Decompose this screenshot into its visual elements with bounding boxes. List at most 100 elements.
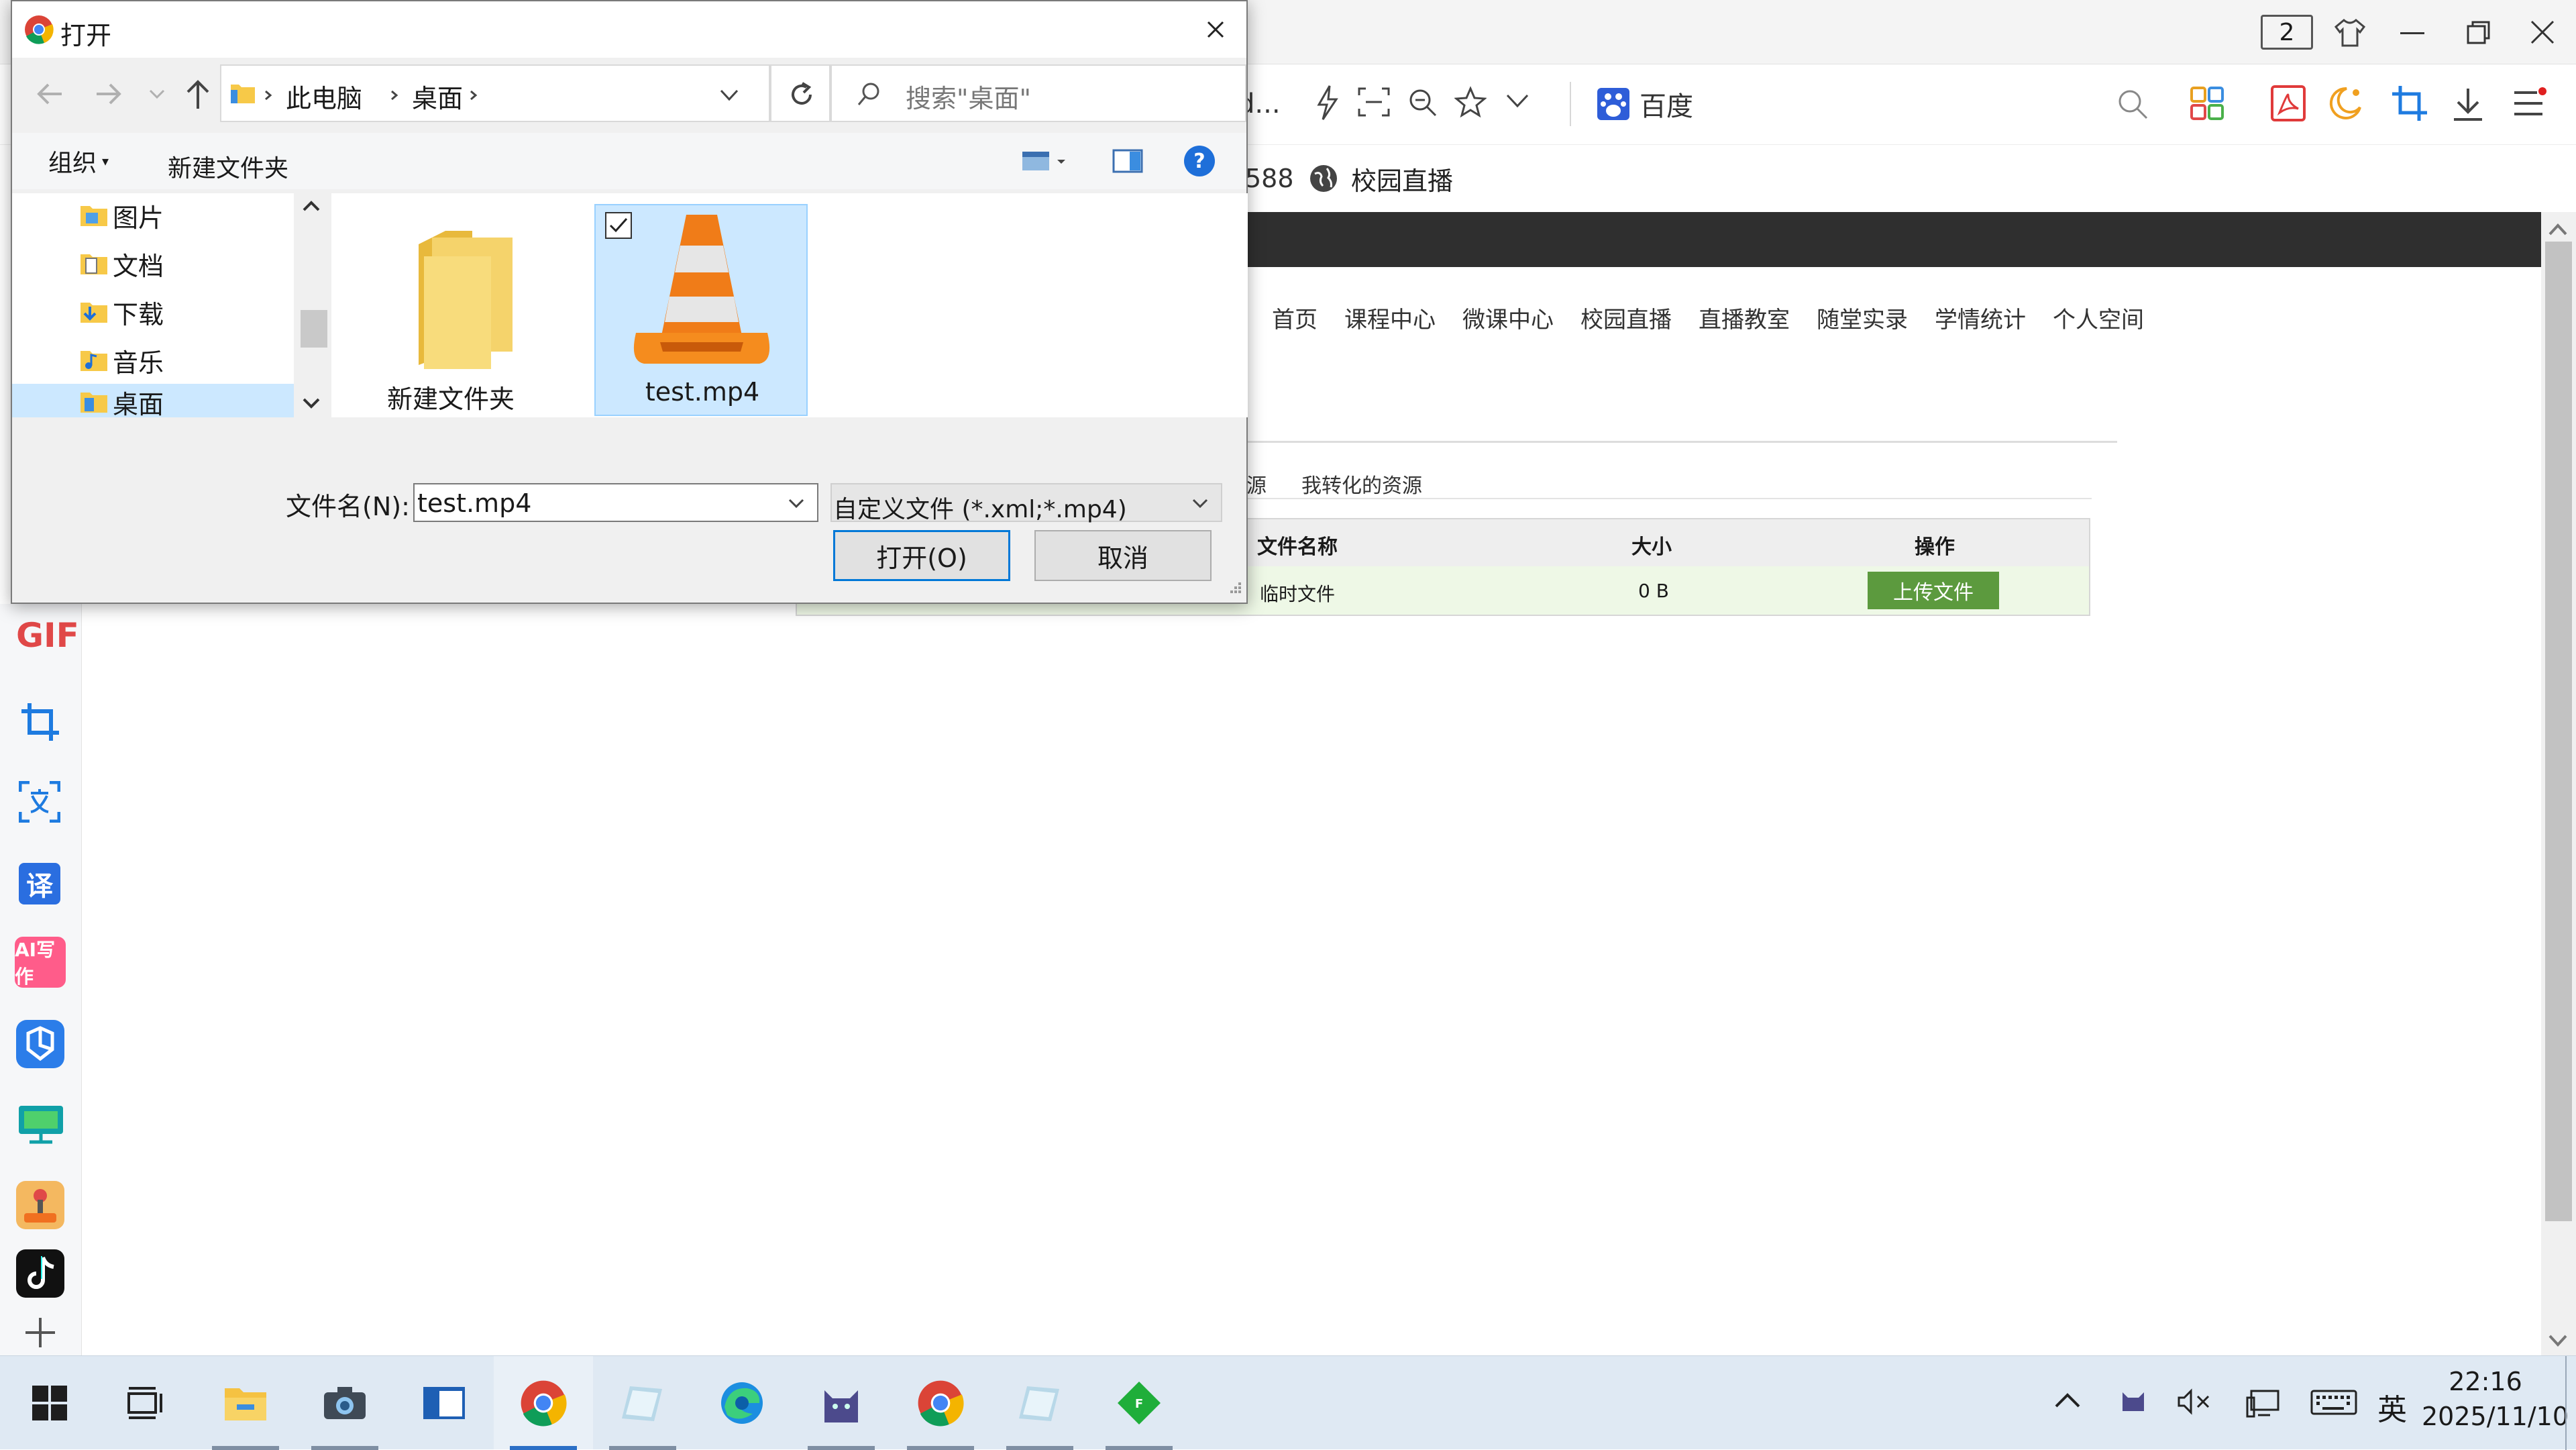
subtab-truncated[interactable]: 源 [1246, 469, 1267, 499]
back-arrow-icon[interactable] [36, 82, 63, 106]
crop-icon[interactable] [2391, 85, 2428, 122]
breadcrumb-this-pc[interactable]: 此电脑 [286, 78, 362, 115]
search-engine-button[interactable]: 百度 [1597, 83, 1693, 125]
moon-icon[interactable] [2326, 85, 2364, 122]
taskbar-edge[interactable] [692, 1356, 792, 1450]
tray-overflow-icon[interactable] [2054, 1392, 2081, 1408]
tree-item-music[interactable]: 音乐 [79, 338, 164, 382]
task-view-button[interactable] [95, 1356, 195, 1450]
search-box[interactable]: 搜索"桌面" [830, 64, 1246, 122]
scroll-up-icon[interactable] [2548, 223, 2568, 236]
address-dropdown-icon[interactable] [719, 89, 739, 102]
upload-file-button[interactable]: 上传文件 [1868, 572, 1999, 609]
gif-tool[interactable]: GIF [16, 616, 79, 655]
nav-stats[interactable]: 学情统计 [1935, 301, 2026, 334]
filename-input[interactable]: test.mp4 [413, 483, 818, 522]
forward-arrow-icon[interactable] [95, 82, 122, 106]
filename-dropdown-icon[interactable] [788, 498, 805, 510]
search-icon[interactable] [2116, 87, 2149, 121]
nav-class-records[interactable]: 随堂实录 [1817, 301, 1908, 334]
pdf-icon[interactable] [2270, 85, 2306, 122]
subtab-converted[interactable]: 我转化的资源 [1301, 469, 1422, 499]
tree-item-desktop[interactable]: 桌面 [79, 386, 164, 417]
taskbar-green-app[interactable]: F [1089, 1356, 1189, 1450]
ai-writing-tool[interactable]: AI写作 [15, 937, 66, 988]
taskbar-notes-app-2[interactable] [990, 1356, 1089, 1450]
tree-item-documents[interactable]: 文档 [79, 242, 164, 286]
screenshot-icon[interactable] [1358, 87, 1390, 117]
open-button[interactable]: 打开(O) [833, 530, 1010, 581]
ime-indicator[interactable]: 英 [2377, 1386, 2407, 1429]
filetype-dropdown-icon[interactable] [1191, 498, 1209, 510]
taskbar-camera[interactable] [295, 1356, 394, 1450]
clock[interactable]: 22:16 2025/11/10 [2422, 1367, 2569, 1431]
nav-home[interactable]: 首页 [1272, 301, 1318, 334]
help-icon[interactable]: ? [1182, 144, 1217, 178]
apps-grid-icon[interactable] [2190, 86, 2224, 121]
breadcrumb-desktop[interactable]: 桌面 [412, 78, 463, 115]
cancel-button[interactable]: 取消 [1034, 530, 1212, 581]
lightning-icon[interactable] [1315, 85, 1339, 121]
taskbar-file-explorer[interactable] [196, 1356, 295, 1450]
preview-pane-icon[interactable] [1112, 149, 1143, 173]
add-tool-icon[interactable] [23, 1315, 58, 1350]
taskbar-cat-app[interactable] [792, 1356, 891, 1450]
view-mode-icon[interactable] [1021, 148, 1068, 174]
refresh-button[interactable] [770, 64, 830, 122]
restore-icon[interactable] [2466, 20, 2491, 46]
game-tool-icon[interactable] [15, 1180, 66, 1231]
download-icon[interactable] [2451, 86, 2485, 122]
ocr-tool-icon[interactable] [19, 781, 60, 823]
menu-icon[interactable] [2512, 87, 2546, 119]
nav-live-classroom[interactable]: 直播教室 [1699, 301, 1790, 334]
app-tool-icon[interactable] [15, 1019, 66, 1070]
keyboard-icon[interactable] [2310, 1390, 2357, 1415]
network-icon[interactable] [2246, 1388, 2281, 1418]
zoom-out-icon[interactable] [1407, 87, 1438, 118]
tree-item-downloads[interactable]: 下载 [79, 290, 164, 334]
close-icon[interactable] [2529, 19, 2556, 46]
tiktok-tool-icon[interactable] [15, 1248, 66, 1299]
nav-campus-live[interactable]: 校园直播 [1580, 301, 1672, 334]
filetype-select[interactable]: 自定义文件 (*.xml;*.mp4) [830, 483, 1222, 523]
taskbar-app-window[interactable] [394, 1356, 494, 1450]
translate-tool[interactable]: 译 [19, 863, 60, 904]
toolbar-divider [1570, 82, 1571, 126]
taskbar-chrome[interactable] [891, 1356, 990, 1450]
tree-scroll-down-icon[interactable] [302, 397, 321, 409]
running-indicator [609, 1446, 676, 1450]
filename-value: test.mp4 [417, 488, 532, 518]
recent-dropdown-icon[interactable] [149, 89, 165, 99]
dialog-close-icon[interactable] [1206, 20, 1225, 39]
nav-personal[interactable]: 个人空间 [2053, 301, 2144, 334]
tree-scrollbar[interactable] [294, 193, 329, 417]
address-bar[interactable]: 此电脑 桌面 [220, 64, 770, 122]
tray-cat-icon[interactable] [2120, 1388, 2147, 1412]
tree-scroll-up-icon[interactable] [302, 200, 321, 212]
show-desktop-button[interactable] [2565, 1356, 2567, 1450]
file-item-new-folder[interactable]: 新建文件夹 [387, 203, 613, 417]
crop-tool-icon[interactable] [20, 702, 60, 742]
screen-tool-icon[interactable] [17, 1103, 64, 1145]
file-item-test-mp4[interactable]: test.mp4 [594, 204, 808, 416]
chevron-down-icon[interactable] [1505, 93, 1529, 109]
volume-muted-icon[interactable] [2176, 1388, 2211, 1415]
taskbar-chrome-active[interactable] [494, 1356, 593, 1450]
nav-courses[interactable]: 课程中心 [1344, 301, 1436, 334]
taskbar-notes-app[interactable] [593, 1356, 692, 1450]
tree-item-pictures[interactable]: 图片 [79, 193, 164, 238]
organize-button[interactable]: 组织 ▾ [48, 142, 109, 180]
tree-scroll-thumb[interactable] [301, 310, 327, 348]
scroll-down-icon[interactable] [2548, 1334, 2568, 1347]
nav-microcourse[interactable]: 微课中心 [1462, 301, 1554, 334]
star-icon[interactable] [1454, 86, 1487, 118]
resize-grip-icon[interactable] [1225, 580, 1242, 597]
minimize-icon[interactable] [2400, 32, 2424, 34]
bookmark-campus-live[interactable]: 校园直播 [1308, 160, 1453, 197]
tab-count-button[interactable]: 2 [2261, 15, 2313, 50]
skin-icon[interactable] [2333, 17, 2367, 48]
new-folder-button[interactable]: 新建文件夹 [168, 149, 288, 184]
up-arrow-icon[interactable] [185, 79, 211, 110]
start-button[interactable] [0, 1356, 99, 1450]
page-scroll-thumb[interactable] [2545, 242, 2572, 1221]
